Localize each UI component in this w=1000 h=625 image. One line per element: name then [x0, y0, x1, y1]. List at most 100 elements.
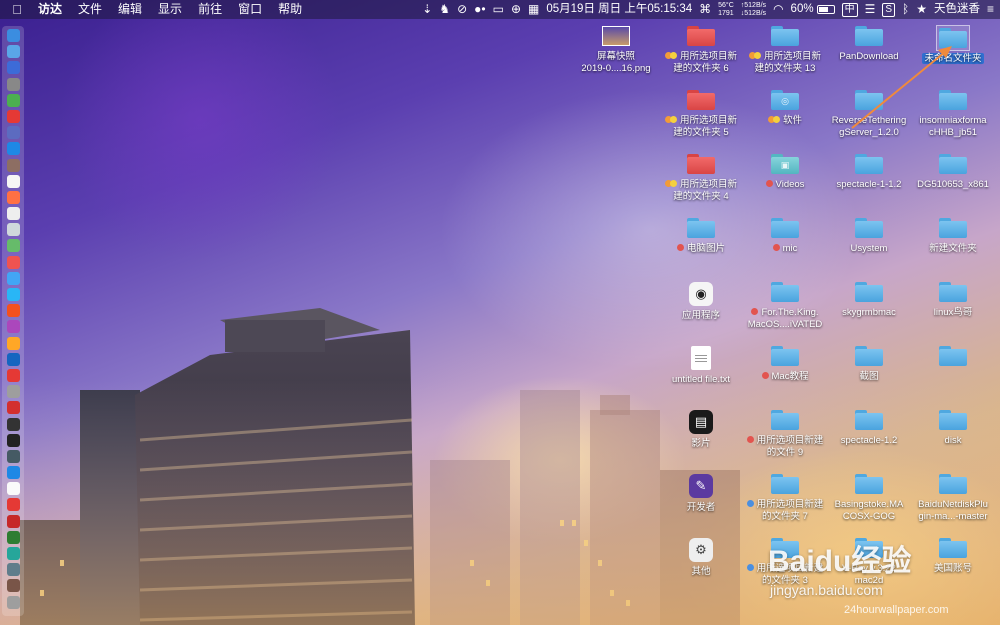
desktop-item-applications[interactable]: ◉ 应用程序	[656, 282, 746, 322]
dock-app-icon[interactable]	[6, 336, 20, 350]
grid-icon[interactable]: ⌘	[699, 0, 711, 19]
menu-bar:  访达 文件 编辑 显示 前往 窗口 帮助 ⇣ ♞ ⊘ ●• ▭ ⊕ ▦ 05…	[0, 0, 1000, 19]
menu-help[interactable]: 帮助	[270, 0, 310, 19]
dock-app-icon[interactable]	[6, 417, 20, 431]
dock-app-icon[interactable]	[6, 563, 20, 577]
dock-app-icon[interactable]	[6, 498, 20, 512]
desktop-item-movies[interactable]: ▤ 影片	[656, 410, 746, 450]
menu-go[interactable]: 前往	[190, 0, 230, 19]
dock-app-icon[interactable]	[6, 271, 20, 285]
desktop-item-folder6[interactable]: 用所选项目新 建的文件夹 6	[656, 26, 746, 75]
dock-app-icon[interactable]	[6, 530, 20, 544]
s-app-icon[interactable]: S	[882, 2, 896, 17]
dock-app-icon[interactable]	[6, 239, 20, 253]
dock-app-icon[interactable]	[6, 547, 20, 560]
desktop-item-usystem[interactable]: Usystem	[824, 218, 914, 255]
desktop-item-us-account[interactable]: 美国账号	[908, 538, 998, 575]
yellow-tag-dot	[669, 180, 677, 187]
desktop-item-insomniax[interactable]: insomniaxforma cHHB_jb51	[908, 90, 998, 139]
airplay-icon[interactable]: ▭	[493, 0, 504, 19]
apple-menu-icon[interactable]: 	[0, 2, 34, 17]
dock-app-icon[interactable]	[6, 352, 20, 366]
dock-app-icon[interactable]	[6, 255, 20, 269]
dock-app-icon[interactable]	[6, 126, 20, 140]
dock-app-icon[interactable]	[6, 368, 20, 382]
dock-app-icon[interactable]	[6, 385, 20, 399]
input-method-cn[interactable]: 中	[841, 2, 858, 17]
desktop-item-untitled-folder[interactable]: 未命名文件夹	[908, 25, 998, 65]
desktop-item-new-folder[interactable]: 新建文件夹	[908, 218, 998, 255]
dots-icon[interactable]: ●•	[474, 0, 485, 19]
menu-window[interactable]: 窗口	[230, 0, 270, 19]
dock-app-icon[interactable]	[6, 466, 20, 480]
dock-app-icon[interactable]	[6, 401, 20, 415]
menu-file[interactable]: 文件	[70, 0, 110, 19]
user-name[interactable]: 天色迷香	[934, 0, 980, 19]
dock-app-icon[interactable]	[6, 158, 20, 172]
dock-app-icon[interactable]	[6, 93, 20, 107]
dock-app-icon[interactable]	[6, 109, 20, 123]
dock-app-icon[interactable]	[6, 433, 20, 447]
dock-app-icon[interactable]	[6, 207, 20, 221]
battery-status[interactable]: 60%	[791, 0, 835, 19]
dock-app-icon[interactable]	[6, 288, 20, 301]
desktop-item-folder7[interactable]: 用所选项目新建 的文件夹 7	[740, 474, 830, 523]
desktop-item-pc-pictures[interactable]: 电脑图片	[656, 218, 746, 255]
desktop-item-disk[interactable]: disk	[908, 410, 998, 447]
desktop-item-mac-tutorial[interactable]: Mac教程	[740, 346, 830, 383]
wifi-icon[interactable]: ◠	[773, 0, 783, 19]
menu-list-icon[interactable]: ☰	[865, 0, 876, 19]
dock-app-icon[interactable]	[6, 190, 20, 204]
desktop-item-untitled-txt[interactable]: untitled file.txt	[656, 346, 746, 386]
desktop-item-blank-folder[interactable]	[908, 346, 998, 371]
desktop-item-folder5[interactable]: 用所选项目新 建的文件夹 5	[656, 90, 746, 139]
desktop-item-spectacle12[interactable]: spectacle-1.2	[824, 410, 914, 447]
desktop-item-folder4[interactable]: 用所选项目新 建的文件夹 4	[656, 154, 746, 203]
dock-app-icon[interactable]	[6, 579, 20, 593]
desktop-item-folder9[interactable]: 用所选项目新建 的文件 9	[740, 410, 830, 459]
dock-app-icon[interactable]	[6, 320, 20, 334]
menu-edit[interactable]: 编辑	[110, 0, 150, 19]
dock-app-icon[interactable]	[6, 29, 20, 42]
dock-app-icon[interactable]	[6, 514, 20, 528]
desktop-item-basingstoke[interactable]: Basingstoke.MA COSX-GOG	[824, 474, 914, 523]
dock-app-icon[interactable]	[6, 142, 20, 156]
menu-app-finder[interactable]: 访达	[34, 0, 70, 19]
desktop-item-screenshot[interactable]: 屏幕快照 2019-0....16.png	[571, 26, 661, 75]
dock-app-icon[interactable]	[6, 304, 20, 318]
desktop-item-videos[interactable]: ▣ Videos	[740, 154, 830, 191]
wallpaper-watermark: 24hourwallpaper.com	[844, 604, 949, 616]
desktop-item-baidunetdisk[interactable]: BaiduNetdiskPlu gin-ma...-master	[908, 474, 998, 523]
desktop-item-linux[interactable]: linux鸟哥	[908, 282, 998, 319]
desktop-item-dg510653[interactable]: DG510653_x861	[908, 154, 998, 191]
calendar-icon[interactable]: ▦	[528, 0, 539, 19]
desktop-item-developer[interactable]: ✎ 开发者	[656, 474, 746, 514]
desktop-item-reversetethering[interactable]: ReverseTethering gServer_1.2.0	[824, 90, 914, 139]
download-icon[interactable]: ⇣	[422, 0, 432, 19]
desktop-item-software[interactable]: ◎ 软件	[740, 90, 830, 127]
qq-icon[interactable]: ♞	[439, 0, 450, 19]
dock-app-icon[interactable]	[6, 174, 20, 188]
desktop-item-mic[interactable]: mic	[740, 218, 830, 255]
dock-app-icon[interactable]	[6, 482, 20, 496]
bluetooth-icon[interactable]: ᛒ	[902, 0, 909, 19]
globe-icon[interactable]: ⊕	[511, 0, 521, 19]
dock-app-icon[interactable]	[6, 449, 20, 463]
notification-center-icon[interactable]: ≡	[987, 0, 994, 19]
datetime-display[interactable]: 05月19日 周日 上午05:15:34	[546, 0, 692, 19]
desktop-item-fortheking[interactable]: For.The.King. MacOS....iVATED	[740, 282, 830, 331]
menu-view[interactable]: 显示	[150, 0, 190, 19]
dock-app-icon[interactable]	[6, 61, 20, 75]
desktop-item-pandownload[interactable]: PanDownload	[824, 26, 914, 63]
dock-app-icon[interactable]	[6, 595, 20, 609]
desktop-item-folder13[interactable]: 用所选项目新 建的文件夹 13	[740, 26, 830, 75]
star-icon[interactable]: ★	[916, 0, 927, 19]
dock-app-icon[interactable]	[6, 77, 20, 91]
desktop-item-spectacle112[interactable]: spectacle-1-1.2	[824, 154, 914, 191]
compass-icon[interactable]: ⊘	[457, 0, 467, 19]
dock-app-icon[interactable]	[6, 45, 20, 59]
desktop-item-other[interactable]: ⚙ 其他	[656, 538, 746, 578]
desktop-item-screenshots-cn[interactable]: 截图	[824, 346, 914, 383]
desktop-item-skygrm[interactable]: skygrmbmac	[824, 282, 914, 319]
dock-app-icon[interactable]	[6, 223, 20, 237]
